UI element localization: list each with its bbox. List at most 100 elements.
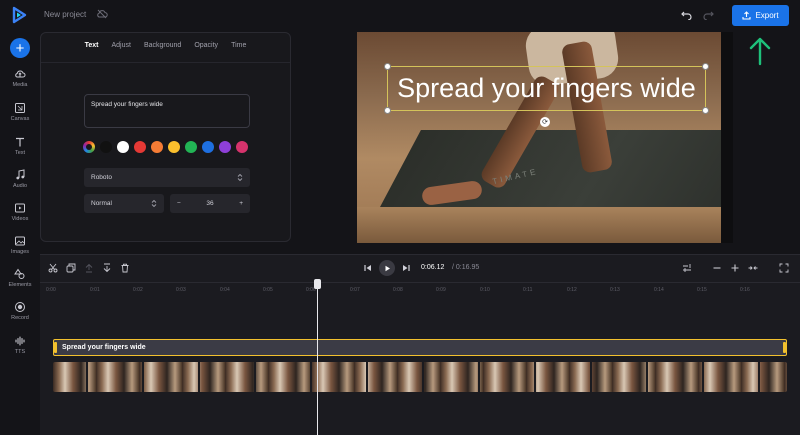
ruler-tick: 0:03: [176, 287, 186, 293]
font-family-select[interactable]: Roboto: [84, 168, 250, 187]
sidebar-item-text[interactable]: Text: [0, 136, 40, 156]
delete-icon[interactable]: [120, 263, 130, 273]
tab-text[interactable]: Text: [85, 42, 99, 49]
redo-icon[interactable]: [703, 10, 714, 20]
undo-icon[interactable]: [681, 10, 692, 20]
text-icon: [16, 137, 24, 147]
skip-forward-icon[interactable]: [401, 263, 411, 273]
sidebar-item-canvas[interactable]: Canvas: [0, 102, 40, 122]
decrease-size-button[interactable]: −: [177, 200, 181, 207]
zoom-in-icon[interactable]: [730, 263, 740, 273]
resize-handle[interactable]: [702, 63, 709, 70]
skip-back-icon[interactable]: [363, 263, 373, 273]
tab-background[interactable]: Background: [144, 42, 181, 49]
frame-divider: [646, 362, 648, 392]
sidebar-item-label: Media: [12, 82, 28, 88]
ruler-tick: 0:13: [610, 287, 620, 293]
snap-icon[interactable]: [682, 263, 692, 273]
sidebar-item-tts[interactable]: TTS: [0, 335, 40, 355]
ruler-tick: 0:12: [567, 287, 577, 293]
chevron-updown-icon: [151, 199, 157, 208]
tab-opacity[interactable]: Opacity: [194, 42, 218, 49]
swatch-green[interactable]: [185, 141, 197, 153]
duplicate-icon[interactable]: [66, 263, 76, 273]
swatch-blue[interactable]: [202, 141, 214, 153]
tts-icon: [15, 336, 25, 346]
sidebar-item-elements[interactable]: Elements: [0, 268, 40, 288]
text-properties-panel: Text Adjust Background Opacity Time Spre…: [40, 32, 291, 242]
total-duration: / 0:16.95: [452, 264, 480, 271]
sidebar-item-images[interactable]: Images: [0, 235, 40, 255]
rotate-handle-icon[interactable]: ⟳: [540, 117, 550, 127]
swatch-black[interactable]: [100, 141, 112, 153]
swatch-yellow[interactable]: [168, 141, 180, 153]
swatch-purple[interactable]: [219, 141, 231, 153]
playhead-handle[interactable]: [314, 279, 321, 289]
ruler-tick: 0:02: [133, 287, 143, 293]
ruler-tick: 0:10: [480, 287, 490, 293]
frame-divider: [366, 362, 368, 392]
play-button[interactable]: [379, 260, 395, 276]
swatch-orange[interactable]: [151, 141, 163, 153]
zoom-out-icon[interactable]: [712, 263, 722, 273]
frame-divider: [758, 362, 760, 392]
panel-tabs: Text Adjust Background Opacity Time: [41, 42, 290, 49]
frame-divider: [198, 362, 200, 392]
move-up-icon[interactable]: [84, 263, 94, 273]
frame-divider: [590, 362, 592, 392]
time-ruler[interactable]: 0:00 0:01 0:02 0:03 0:04 0:05 0:06 0:07 …: [40, 282, 800, 296]
ruler-tick: 0:15: [697, 287, 707, 293]
resize-handle[interactable]: [384, 107, 391, 114]
font-weight-select[interactable]: Normal: [84, 194, 164, 213]
sidebar-item-label: Record: [11, 315, 29, 321]
video-preview[interactable]: TIMATE: [357, 32, 721, 243]
up-arrow-annotation-icon: [749, 37, 771, 66]
increase-size-button[interactable]: +: [239, 200, 243, 207]
videos-icon: [15, 203, 25, 213]
caption-selection-box[interactable]: Spread your fingers wide: [387, 66, 706, 111]
text-clip[interactable]: Spread your fingers wide: [53, 339, 787, 356]
frame-divider: [254, 362, 256, 392]
font-size-value[interactable]: 36: [206, 200, 213, 207]
caption-text: Spread your fingers wide: [397, 73, 696, 103]
move-down-icon[interactable]: [102, 263, 112, 273]
fullscreen-icon[interactable]: [779, 263, 789, 273]
tab-time[interactable]: Time: [231, 42, 246, 49]
current-time: 0:06.12: [421, 264, 445, 271]
left-toolbar: + Media Canvas Text Audio Videos Images …: [0, 30, 40, 435]
resize-handle[interactable]: [384, 63, 391, 70]
fit-timeline-icon[interactable]: [748, 263, 758, 273]
swatch-pink[interactable]: [236, 141, 248, 153]
editor-app: New project Export + Media Canvas Text A…: [0, 0, 800, 435]
add-media-button[interactable]: +: [10, 38, 30, 58]
split-scissors-icon[interactable]: [48, 263, 58, 273]
frame-divider: [702, 362, 704, 392]
sidebar-item-media[interactable]: Media: [0, 68, 40, 88]
swatch-red[interactable]: [134, 141, 146, 153]
sidebar-item-record[interactable]: Record: [0, 301, 40, 321]
color-picker-icon[interactable]: [83, 141, 95, 153]
sidebar-item-audio[interactable]: Audio: [0, 169, 40, 189]
timeline: 0:06.12 / 0:16.95 0:00 0:01 0:02 0:03 0:…: [40, 254, 800, 435]
playhead[interactable]: [317, 279, 318, 435]
ruler-tick: 0:00: [46, 287, 56, 293]
sidebar-item-label: Images: [10, 249, 30, 255]
sidebar-item-label: Canvas: [10, 116, 30, 122]
caption-text-field[interactable]: Spread your fingers wide: [84, 94, 250, 128]
cloud-sync-icon: [97, 9, 108, 19]
ruler-tick: 0:07: [350, 287, 360, 293]
resize-handle[interactable]: [702, 107, 709, 114]
export-button[interactable]: Export: [732, 5, 789, 26]
project-name[interactable]: New project: [44, 10, 86, 19]
ruler-tick: 0:05: [263, 287, 273, 293]
export-label: Export: [755, 11, 779, 20]
sidebar-item-label: Text: [14, 150, 26, 156]
sidebar-item-label: Videos: [11, 216, 29, 222]
divider: [41, 62, 290, 63]
app-logo-icon[interactable]: [11, 6, 27, 24]
audio-icon: [16, 169, 25, 180]
tab-adjust[interactable]: Adjust: [112, 42, 131, 49]
swatch-white[interactable]: [117, 141, 129, 153]
video-clip[interactable]: [53, 362, 787, 392]
sidebar-item-videos[interactable]: Videos: [0, 202, 40, 222]
